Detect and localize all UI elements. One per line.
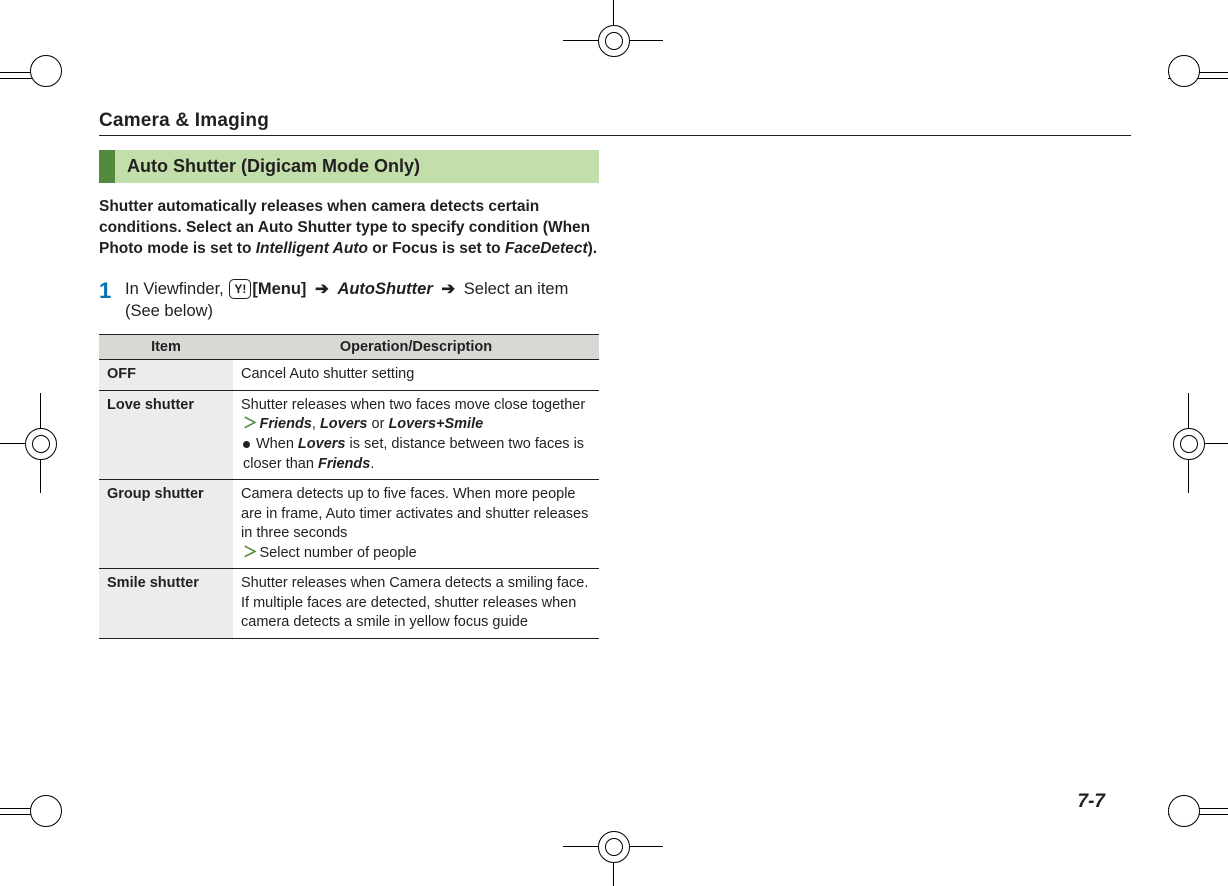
intro-term-1: Intelligent Auto xyxy=(256,240,368,257)
softkey-label: Y! xyxy=(234,281,246,297)
item-cell: OFF xyxy=(99,360,233,391)
section-title: Camera & Imaging xyxy=(99,110,269,132)
item-cell: Smile shutter xyxy=(99,569,233,639)
intro-paragraph: Shutter automatically releases when came… xyxy=(99,197,599,260)
note-text: When xyxy=(256,436,298,452)
option-text: Select number of people xyxy=(260,545,417,561)
section-rule xyxy=(99,135,1131,136)
table-row: Group shutter Camera detects up to five … xyxy=(99,480,599,569)
intro-text: ). xyxy=(588,240,597,257)
note-text: . xyxy=(370,456,374,472)
sep: , xyxy=(312,416,320,432)
subsection-heading: Auto Shutter (Digicam Mode Only) xyxy=(99,150,599,183)
col-desc: Operation/Description xyxy=(233,335,599,360)
step-body: In Viewfinder, Y![Menu] ➔ AutoShutter ➔ … xyxy=(125,278,599,323)
note-term: Friends xyxy=(318,456,370,472)
options-table: Item Operation/Description OFF Cancel Au… xyxy=(99,334,599,639)
intro-text: or Focus is set to xyxy=(368,240,505,257)
heading-text: Auto Shutter (Digicam Mode Only) xyxy=(115,150,599,183)
step-text: In Viewfinder, xyxy=(125,280,228,298)
note-term: Lovers xyxy=(298,436,346,452)
desc-cell: Camera detects up to five faces. When mo… xyxy=(233,480,599,569)
table-head-row: Item Operation/Description xyxy=(99,335,599,360)
softkey-icon: Y! xyxy=(229,279,251,299)
desc-cell: Shutter releases when Camera detects a s… xyxy=(233,569,599,639)
table-row: Smile shutter Shutter releases when Came… xyxy=(99,569,599,639)
chevron-icon: ＞ xyxy=(243,416,258,432)
intro-term-2: FaceDetect xyxy=(505,240,588,257)
sep: or xyxy=(368,416,389,432)
table-row: Love shutter Shutter releases when two f… xyxy=(99,390,599,479)
desc-options: ＞Friends, Lovers or Lovers+Smile xyxy=(241,415,591,435)
option: Lovers+Smile xyxy=(388,416,483,432)
desc-options: ＞Select number of people xyxy=(241,544,591,564)
page-sheet: Camera & Imaging Auto Shutter (Digicam M… xyxy=(85,55,1145,835)
option: Lovers xyxy=(320,416,368,432)
table-row: OFF Cancel Auto shutter setting xyxy=(99,360,599,391)
step-1: 1 In Viewfinder, Y![Menu] ➔ AutoShutter … xyxy=(99,278,599,323)
chevron-icon: ＞ xyxy=(243,545,258,561)
item-cell: Group shutter xyxy=(99,480,233,569)
page-number: 7-7 xyxy=(1078,791,1105,813)
col-item: Item xyxy=(99,335,233,360)
desc-cell: Shutter releases when two faces move clo… xyxy=(233,390,599,479)
content-column: Auto Shutter (Digicam Mode Only) Shutter… xyxy=(99,150,599,639)
menu-item: AutoShutter xyxy=(337,280,432,298)
bullet-icon xyxy=(243,441,250,448)
desc-note: When Lovers is set, distance between two… xyxy=(241,435,591,474)
arrow-icon: ➔ xyxy=(315,278,329,300)
step-number: 1 xyxy=(99,280,125,302)
heading-accent xyxy=(99,150,115,183)
desc-cell: Cancel Auto shutter setting xyxy=(233,360,599,391)
item-cell: Love shutter xyxy=(99,390,233,479)
option: Friends xyxy=(260,416,312,432)
menu-label: [Menu] xyxy=(252,280,306,298)
desc-line: Camera detects up to five faces. When mo… xyxy=(241,485,591,544)
desc-line: Shutter releases when two faces move clo… xyxy=(241,396,591,416)
arrow-icon: ➔ xyxy=(441,278,455,300)
